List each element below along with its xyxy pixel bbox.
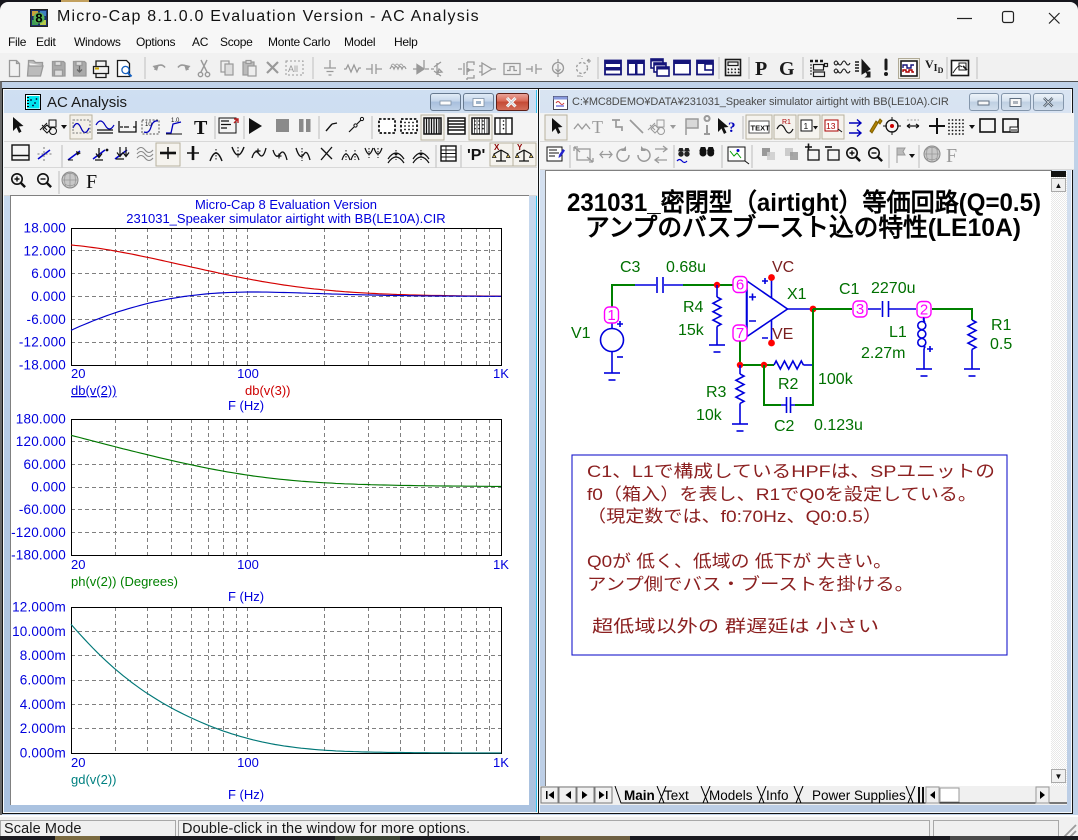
svg-text:-180.000: -180.000 [11, 548, 66, 563]
svg-text:1K: 1K [493, 755, 509, 770]
svg-text:2.000m: 2.000m [20, 721, 66, 736]
svg-text:C2: C2 [774, 418, 795, 435]
svg-text:Q0が 低く、低域の 低下が 大きい。: Q0が 低く、低域の 低下が 大きい。 [587, 552, 892, 571]
svg-text:2.27m: 2.27m [861, 345, 905, 362]
svg-text:アンプ側でバス・ブーストを掛ける。: アンプ側でバス・ブーストを掛ける。 [587, 574, 914, 594]
svg-text:7: 7 [736, 325, 744, 342]
svg-text:F (Hz): F (Hz) [228, 787, 264, 802]
svg-text:F (Hz): F (Hz) [228, 398, 264, 413]
svg-text:X1: X1 [787, 286, 807, 303]
svg-text:10: 10 [145, 122, 152, 128]
svg-text:3: 3 [856, 301, 864, 318]
svg-text:V1: V1 [571, 325, 591, 342]
svg-text:gd(v(2)): gd(v(2)) [71, 772, 117, 787]
svg-text:20: 20 [71, 366, 85, 381]
svg-text:R2: R2 [778, 376, 799, 393]
svg-text:F: F [86, 171, 97, 193]
svg-text:6.000m: 6.000m [20, 673, 66, 688]
svg-text:10.000m: 10.000m [12, 624, 66, 639]
svg-text:180.000: 180.000 [16, 412, 66, 427]
svg-text:F (Hz): F (Hz) [228, 589, 264, 604]
svg-text:Power Supplies: Power Supplies [812, 788, 906, 803]
svg-text:VE: VE [772, 326, 793, 343]
svg-text:T: T [592, 117, 603, 137]
svg-text:12.000m: 12.000m [12, 600, 66, 615]
svg-text:10k: 10k [696, 407, 723, 424]
svg-text:231031_密閉型（airtight）等価回路(Q=0.5: 231031_密閉型（airtight）等価回路(Q=0.5) [567, 188, 1041, 217]
svg-text:F: F [946, 145, 957, 167]
svg-text:-60.000: -60.000 [19, 502, 66, 517]
svg-text:1K: 1K [493, 366, 509, 381]
svg-text:X: X [494, 143, 500, 152]
svg-text:100k: 100k [818, 371, 854, 388]
svg-text:13: 13 [826, 121, 836, 131]
svg-text:C1: C1 [839, 281, 860, 298]
svg-text:0.68u: 0.68u [666, 259, 706, 276]
svg-text:6: 6 [736, 277, 744, 294]
svg-text:4.000m: 4.000m [20, 697, 66, 712]
svg-text:VID: VID [925, 57, 944, 75]
svg-text:0.123u: 0.123u [814, 417, 863, 434]
svg-text:G: G [779, 58, 795, 80]
svg-text:-6.000: -6.000 [27, 312, 66, 327]
svg-text:Y: Y [517, 143, 523, 152]
svg-text:8.000m: 8.000m [20, 648, 66, 663]
svg-text:0.000m: 0.000m [20, 746, 66, 761]
svg-text:20: 20 [71, 755, 85, 770]
svg-text:db(v(2)): db(v(2)) [71, 383, 117, 398]
svg-text:（現定数では、f0:70Hz、Q0:0.5）: （現定数では、f0:70Hz、Q0:0.5） [587, 507, 882, 526]
svg-text:Micro-Cap 8 Evaluation Version: Micro-Cap 8 Evaluation Version [195, 197, 377, 212]
svg-text:1.0: 1.0 [171, 118, 180, 124]
svg-text:P: P [755, 58, 767, 80]
svg-text:-120.000: -120.000 [11, 525, 66, 540]
svg-text:1: 1 [607, 307, 615, 324]
svg-text:R1: R1 [991, 317, 1012, 334]
svg-text:R4: R4 [683, 299, 704, 316]
svg-text:Models: Models [709, 788, 753, 803]
svg-text:12.000: 12.000 [24, 243, 67, 258]
svg-text:2270u: 2270u [871, 280, 916, 297]
svg-text:120.000: 120.000 [16, 434, 66, 449]
svg-text:6.000: 6.000 [31, 266, 66, 281]
svg-text:TEXT: TEXT [751, 124, 771, 133]
svg-text:100: 100 [237, 366, 259, 381]
svg-text:20: 20 [71, 557, 85, 572]
svg-text:60.000: 60.000 [24, 457, 67, 472]
svg-text:C1、L1で構成しているHPFは、SPユニットの: C1、L1で構成しているHPFは、SPユニットの [587, 462, 995, 481]
svg-text:ph(v(2)) (Degrees): ph(v(2)) (Degrees) [71, 574, 178, 589]
svg-text:18.000: 18.000 [24, 221, 67, 236]
svg-text:超低域以外の 群遅延は 小さい: 超低域以外の 群遅延は 小さい [592, 617, 879, 636]
svg-text:15k: 15k [678, 322, 705, 339]
svg-text:-18.000: -18.000 [19, 358, 66, 373]
svg-text:100: 100 [237, 755, 259, 770]
svg-text:-12.000: -12.000 [19, 335, 66, 350]
svg-text:0.000: 0.000 [31, 289, 66, 304]
svg-text:Main: Main [624, 788, 655, 803]
svg-text:Text: Text [664, 788, 689, 803]
svg-text:All: All [288, 64, 298, 74]
svg-text:アンプのバスブースト込の特性(LE10A): アンプのバスブースト込の特性(LE10A) [585, 213, 1021, 242]
svg-text:C3: C3 [620, 259, 641, 276]
svg-text:0.5: 0.5 [990, 336, 1012, 353]
svg-text:R1: R1 [782, 119, 791, 126]
svg-text:T: T [194, 117, 208, 139]
svg-text:1K: 1K [493, 557, 509, 572]
svg-text:?: ? [728, 120, 736, 136]
svg-text:f0（箱入）を表し、R1でQ0を設定している。: f0（箱入）を表し、R1でQ0を設定している。 [587, 485, 977, 504]
svg-text:100: 100 [237, 557, 259, 572]
svg-text:L1: L1 [889, 324, 907, 341]
svg-text:2: 2 [920, 302, 928, 319]
svg-text:8: 8 [35, 11, 42, 26]
svg-text:0.000: 0.000 [31, 480, 66, 495]
svg-text:1: 1 [804, 121, 809, 131]
svg-text:Info: Info [766, 788, 789, 803]
svg-text:231031_Speaker simulator airti: 231031_Speaker simulator airtight with B… [126, 211, 445, 226]
svg-text:db(v(3)): db(v(3)) [245, 383, 291, 398]
svg-text:'P': 'P' [467, 147, 485, 164]
svg-text:VC: VC [772, 259, 794, 276]
svg-text:R3: R3 [706, 384, 727, 401]
